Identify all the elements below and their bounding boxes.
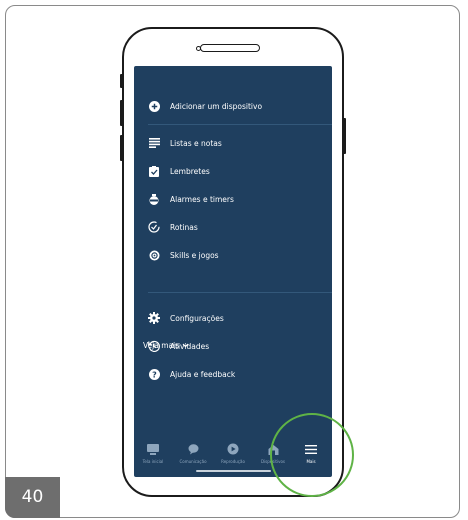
- menu-item-activities[interactable]: Atividades: [134, 335, 332, 357]
- help-icon: ?: [148, 368, 160, 380]
- nav-home[interactable]: Tela inicial: [134, 442, 172, 464]
- alarm-icon: [148, 193, 160, 205]
- page-number: 40: [5, 477, 60, 518]
- chat-icon: [188, 442, 199, 456]
- svg-text:?: ?: [152, 370, 157, 379]
- menu-item-routines[interactable]: Rotinas: [134, 216, 332, 238]
- menu-item-reminders[interactable]: Lembretes: [134, 160, 332, 182]
- menu-item-lists[interactable]: Listas e notas: [134, 132, 332, 154]
- skills-icon: [148, 249, 160, 261]
- routines-icon: [148, 221, 160, 233]
- nav-label: Reprodução: [221, 459, 245, 464]
- phone-side-button-left-1: [120, 74, 123, 88]
- phone-side-button-right: [343, 118, 346, 154]
- menu-item-alarms[interactable]: Alarmes e timers: [134, 188, 332, 210]
- menu-item-label: Adicionar um dispositivo: [170, 101, 263, 111]
- menu-item-label: Rotinas: [170, 222, 198, 232]
- menu-item-skills[interactable]: Skills e jogos: [134, 244, 332, 266]
- nav-label: Comunicação: [179, 459, 207, 464]
- nav-label: Tela inicial: [142, 459, 164, 464]
- menu-item-settings[interactable]: Configurações: [134, 307, 332, 329]
- menu-item-label: Listas e notas: [170, 138, 222, 148]
- menu-item-add-device[interactable]: Adicionar um dispositivo: [134, 95, 332, 117]
- home-icon: [147, 442, 159, 456]
- menu-item-label: Ajuda e feedback: [170, 369, 236, 379]
- nav-communication[interactable]: Comunicação: [174, 442, 212, 464]
- menu-item-help[interactable]: ? Ajuda e feedback: [134, 363, 332, 385]
- divider: [148, 292, 332, 293]
- nav-playback[interactable]: Reprodução: [214, 442, 252, 464]
- divider: [148, 124, 332, 125]
- menu-item-label: Lembretes: [170, 166, 210, 176]
- highlight-circle: [270, 413, 354, 497]
- phone-side-button-left-2: [120, 100, 123, 126]
- play-icon: [227, 442, 239, 456]
- list-icon: [148, 137, 160, 149]
- phone-side-button-left-3: [120, 135, 123, 161]
- menu-item-label: Configurações: [170, 313, 224, 323]
- menu-item-label: Alarmes e timers: [170, 194, 234, 204]
- menu-item-label: Skills e jogos: [170, 250, 219, 260]
- reminder-icon: [148, 165, 160, 177]
- add-circle-icon: [148, 100, 160, 112]
- menu-item-label: Atividades: [170, 341, 210, 351]
- home-indicator: [196, 470, 271, 472]
- gear-icon: [148, 312, 160, 324]
- phone-speaker: [200, 44, 260, 52]
- history-icon: [148, 340, 160, 352]
